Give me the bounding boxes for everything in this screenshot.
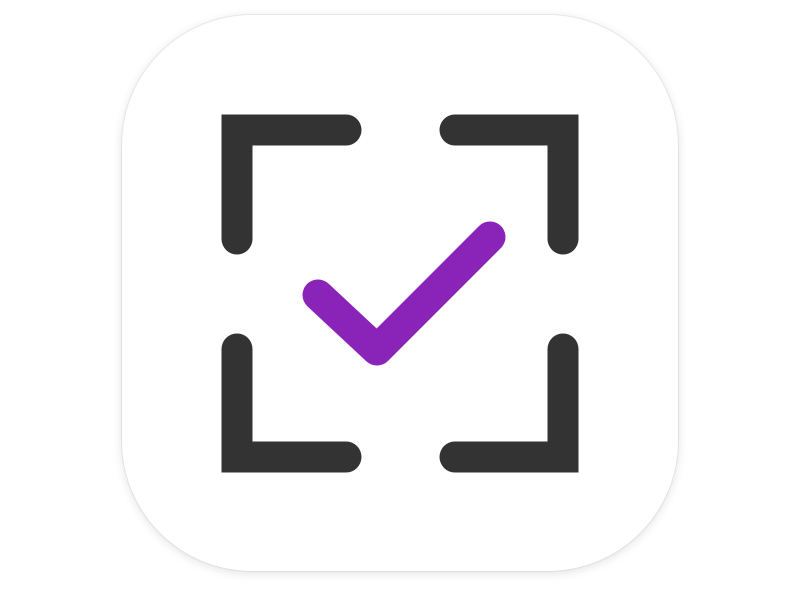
corner-top-left xyxy=(221,114,362,255)
corner-bottom-left xyxy=(221,333,362,473)
corner-bottom-right xyxy=(439,333,579,473)
corner-top-right xyxy=(439,114,579,255)
scan-frame-corners xyxy=(221,114,579,473)
icon-canvas xyxy=(0,0,800,600)
scan-check-icon xyxy=(221,114,579,473)
check-mark-icon xyxy=(302,221,506,366)
